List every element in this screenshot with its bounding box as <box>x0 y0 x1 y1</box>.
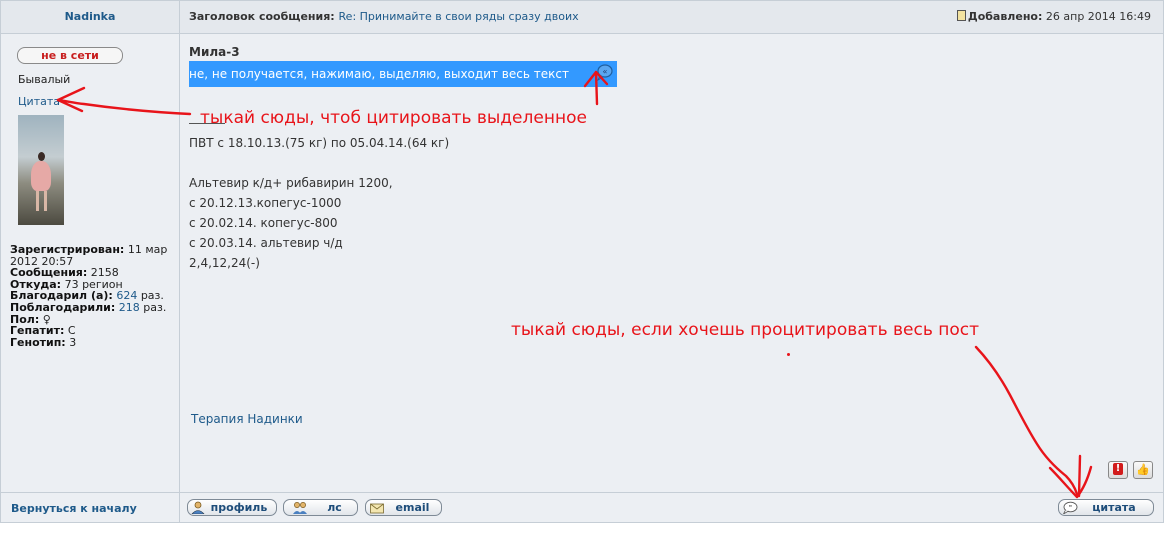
post-header: Заголовок сообщения: Re: Принимайте в св… <box>180 1 1163 34</box>
subject-link[interactable]: Re: Принимайте в свои ряды сразу двоих <box>339 10 579 23</box>
quote-author: Мила-3 <box>189 45 240 59</box>
profile-column: не в сети Бывалый Цитата Зарегистрирован… <box>1 34 180 492</box>
profile-button[interactable]: профиль <box>187 499 277 516</box>
signature-line: Альтевир к/д+ рибавирин 1200, <box>189 176 393 190</box>
document-icon[interactable] <box>956 10 966 21</box>
quote-selection-link[interactable]: Цитата <box>18 95 60 108</box>
thanks-icon[interactable]: 👍 <box>1133 461 1153 479</box>
post-author-header: Nadinka <box>1 1 180 34</box>
email-button-label: email <box>395 501 430 514</box>
quote-selection-icon[interactable]: « <box>595 63 615 81</box>
pm-button[interactable]: лс <box>283 499 358 516</box>
date-value: 26 апр 2014 16:49 <box>1045 10 1151 23</box>
selected-text-highlight[interactable]: не, не получается, нажимаю, выделяю, вых… <box>189 61 617 87</box>
post-date: Добавлено: 26 апр 2014 16:49 <box>956 10 1151 23</box>
quote-button-label: цитата <box>1092 501 1136 514</box>
avatar-leg <box>44 191 47 211</box>
avatar-figure <box>31 152 51 191</box>
signature-line: 2,4,12,24(-) <box>189 256 260 270</box>
email-button[interactable]: email <box>365 499 442 516</box>
signature-line: ПВТ с 18.10.13.(75 кг) по 05.04.14.(64 к… <box>189 136 450 150</box>
signature: ПВТ с 18.10.13.(75 кг) по 05.04.14.(64 к… <box>189 133 449 273</box>
subject-line: Заголовок сообщения: Re: Принимайте в св… <box>189 10 579 23</box>
therapy-link[interactable]: Терапия Надинки <box>191 412 303 426</box>
stat-genotype: Генотип: 3 <box>10 335 77 349</box>
post-footer-left: Вернуться к началу <box>1 492 180 523</box>
profile-button-label: профиль <box>210 501 268 514</box>
user-rank: Бывалый <box>18 73 71 86</box>
post-author-name[interactable]: Nadinka <box>1 10 179 23</box>
selected-text: не, не получается, нажимаю, выделяю, вых… <box>189 67 569 81</box>
quote-button[interactable]: " цитата <box>1058 499 1154 516</box>
been-thanked-count-link[interactable]: 218 <box>119 301 140 314</box>
back-to-top-link[interactable]: Вернуться к началу <box>11 502 137 515</box>
signature-line: с 20.02.14. копегус-800 <box>189 216 338 230</box>
annotation-dot <box>787 353 790 356</box>
subject-label: Заголовок сообщения: <box>189 10 335 23</box>
forum-page: Nadinka Заголовок сообщения: Re: Принима… <box>0 0 1171 533</box>
signature-line: с 20.12.13.копегус-1000 <box>189 196 342 210</box>
signature-line: с 20.03.14. альтевир ч/д <box>189 236 343 250</box>
avatar <box>18 115 64 225</box>
post-footer-buttons: профиль лс email " цитата <box>180 492 1163 523</box>
profile-stats: Зарегистрирован: 11 мар 2012 20:57 Сообщ… <box>10 244 180 348</box>
svg-text:«: « <box>603 67 608 76</box>
annotation-quote-all: тыкай сюды, если хочешь процитировать ве… <box>511 320 980 340</box>
stat-registered: Зарегистрирован: 11 мар 2012 20:57 <box>10 243 168 268</box>
annotation-quote-selection: тыкай сюды, чтоб цитировать выделенное <box>200 108 587 128</box>
forum-post: Nadinka Заголовок сообщения: Re: Принима… <box>0 0 1164 523</box>
offline-status-button[interactable]: не в сети <box>17 47 123 64</box>
pm-button-label: лс <box>327 501 342 514</box>
avatar-leg <box>36 191 39 211</box>
report-icon[interactable] <box>1108 461 1128 479</box>
post-body: Мила-3 не, не получается, нажимаю, выдел… <box>180 34 1163 492</box>
signature-line <box>189 153 449 173</box>
date-label: Добавлено: <box>967 10 1043 23</box>
